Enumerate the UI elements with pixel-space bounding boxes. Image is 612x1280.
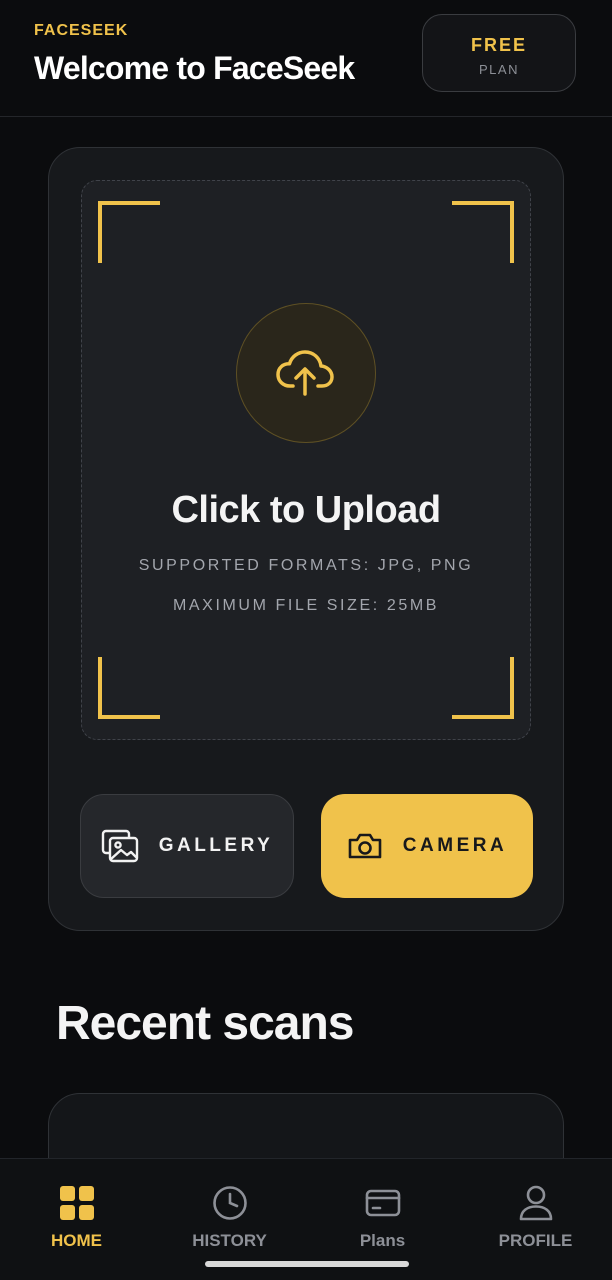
home-indicator [205,1261,409,1267]
frame-corner-top-right [452,201,514,263]
supported-formats-text: SUPPORTED FORMATS: JPG, PNG [138,557,474,574]
card-icon [365,1189,401,1217]
nav-item-home[interactable]: HOME [0,1159,153,1255]
nav-item-profile[interactable]: PROFILE [459,1159,612,1255]
gallery-button[interactable]: GALLERY [80,794,294,898]
user-icon [519,1185,553,1221]
page-title: Welcome to FaceSeek [34,50,355,86]
camera-button-label: CAMERA [402,835,508,856]
nav-label-plans: Plans [359,1231,406,1250]
nav-label-home: HOME [51,1231,102,1250]
nav-label-history: HISTORY [192,1231,267,1250]
upload-title: Click to Upload [171,489,441,531]
nav-item-plans[interactable]: Plans [306,1159,459,1255]
plan-sublabel: PLAN [479,62,519,77]
cloud-upload-icon [276,350,334,396]
plan-badge-button[interactable]: FREE PLAN [422,14,576,92]
grid-icon [60,1186,94,1220]
upload-card: Click to Upload SUPPORTED FORMATS: JPG, … [48,147,564,931]
frame-corner-bottom-left [98,657,160,719]
clock-icon [213,1186,247,1220]
frame-corner-bottom-right [452,657,514,719]
nav-label-profile: PROFILE [498,1231,573,1250]
plan-label: FREE [470,35,527,55]
upload-button[interactable] [236,303,376,443]
frame-corner-top-left [98,201,160,263]
max-file-size-text: MAXIMUM FILE SIZE: 25MB [172,597,440,614]
brand-name: FACESEEK [34,22,129,39]
recent-scans-title: Recent scans [56,997,354,1050]
app-header: FACESEEK Welcome to FaceSeek FREE PLAN [0,0,612,117]
nav-item-history[interactable]: HISTORY [153,1159,306,1255]
camera-icon [348,833,382,859]
gallery-icon [101,829,138,863]
upload-dropzone[interactable]: Click to Upload SUPPORTED FORMATS: JPG, … [81,180,531,740]
gallery-button-label: GALLERY [158,835,274,856]
camera-button[interactable]: CAMERA [321,794,533,898]
